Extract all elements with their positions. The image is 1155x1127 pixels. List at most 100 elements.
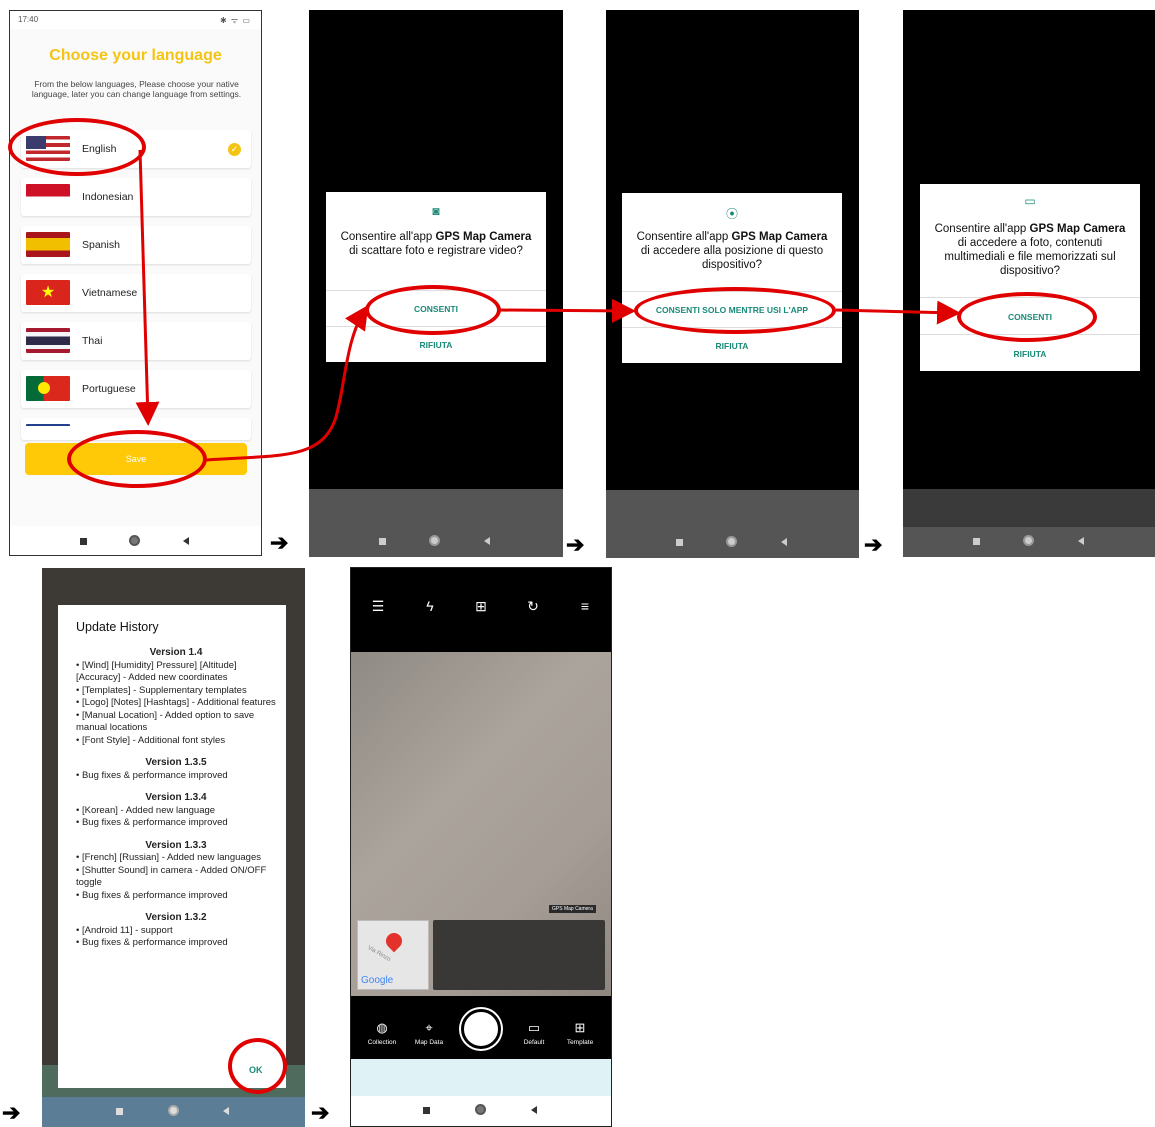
recents-icon[interactable] [676, 539, 683, 546]
version-block: Version 1.3.5 • Bug fixes & performance … [76, 757, 276, 782]
language-item-portuguese[interactable]: Portuguese [21, 370, 251, 408]
language-label: Portuguese [82, 383, 136, 395]
flag-icon [26, 424, 70, 440]
recents-icon[interactable] [80, 538, 87, 545]
portugal-flag-icon [26, 376, 70, 401]
back-icon[interactable] [484, 537, 490, 545]
back-icon[interactable] [183, 537, 189, 545]
recents-icon[interactable] [116, 1108, 123, 1115]
shutter-button[interactable] [461, 1009, 501, 1049]
flash-icon[interactable]: ϟ [420, 598, 440, 614]
system-nav-bar [42, 1097, 305, 1127]
version-title: Version 1.3.4 [145, 792, 207, 803]
deny-button[interactable]: RIFIUTA [326, 340, 546, 350]
permission-dialog: ⦿ Consentire all'app GPS Map Camera di a… [622, 193, 842, 363]
app-name: GPS Map Camera [1029, 223, 1126, 235]
location-permission-screen: ⦿ Consentire all'app GPS Map Camera di a… [606, 10, 859, 558]
system-nav-bar [10, 526, 261, 555]
camera-icon: ◙ [432, 204, 440, 218]
map-data-icon: ⌖ [425, 1020, 433, 1035]
recents-icon[interactable] [423, 1107, 430, 1114]
language-item-indonesian[interactable]: Indonesian [21, 178, 251, 216]
deny-button[interactable]: RIFIUTA [622, 341, 842, 351]
template-icon: ⊞ [574, 1020, 586, 1035]
status-icons: ✱ ᯤ ▭ [219, 16, 251, 25]
recents-icon[interactable] [379, 538, 386, 545]
add-file-icon[interactable]: ⊞ [471, 598, 491, 615]
changelog-item: • [Manual Location] - Added option to sa… [76, 709, 255, 734]
location-info-box [433, 920, 605, 990]
highlight-ok [228, 1038, 287, 1094]
map-street-label: Via Rinzo [366, 945, 392, 963]
page-title: Choose your language [49, 47, 222, 64]
back-icon[interactable] [223, 1107, 229, 1115]
template-button[interactable]: ⊞ Template [555, 1020, 605, 1046]
app-name: GPS Map Camera [731, 231, 828, 243]
map-data-button[interactable]: ⌖ Map Data [404, 1020, 454, 1046]
changelog-item: • [Font Style] - Additional font styles [76, 734, 226, 746]
system-nav-bar [606, 490, 859, 558]
location-icon: ⦿ [725, 207, 738, 221]
home-icon[interactable] [429, 535, 440, 546]
version-block: Version 1.4 • [Wind] [Humidity] Pressure… [76, 647, 276, 747]
highlight-allow [957, 292, 1097, 342]
deny-button[interactable]: RIFIUTA [920, 349, 1140, 359]
recents-icon[interactable] [973, 538, 980, 545]
highlight-allow-while-using [634, 287, 836, 334]
system-nav-bar [309, 489, 563, 557]
next-step-arrow-icon: ➔ [270, 530, 289, 555]
highlight-allow [365, 285, 501, 335]
version-title: Version 1.4 [149, 647, 203, 658]
highlight-english [8, 118, 146, 176]
collection-button[interactable]: ◍ Collection [357, 1020, 407, 1046]
app-watermark: GPS Map Camera [549, 905, 596, 913]
changelog-item: • Bug fixes & performance improved [76, 889, 228, 901]
version-title: Version 1.3.3 [145, 839, 207, 851]
camera-permission-screen: ◙ Consentire all'app GPS Map Camera di s… [309, 10, 563, 557]
back-icon[interactable] [531, 1106, 537, 1114]
permission-message: Consentire all'app GPS Map Camera di sca… [340, 231, 532, 257]
thailand-flag-icon [26, 328, 70, 353]
language-item-thai[interactable]: Thai [21, 322, 251, 360]
settings-sliders-icon[interactable]: ≡ [575, 598, 595, 614]
home-icon[interactable] [726, 536, 737, 547]
version-title: Version 1.3.2 [145, 912, 207, 923]
next-step-arrow-icon: ➔ [864, 532, 883, 557]
menu-icon[interactable]: ☰ [368, 598, 388, 615]
version-block: Version 1.3.3 • [French] [Russian] - Add… [76, 840, 276, 903]
storage-permission-screen: ▭ Consentire all'app GPS Map Camera di a… [903, 10, 1155, 557]
update-history-dialog: Update History Version 1.4 • [Wind] [Hum… [58, 605, 286, 1088]
permission-dialog: ▭ Consentire all'app GPS Map Camera di a… [920, 184, 1140, 371]
home-icon[interactable] [475, 1104, 486, 1115]
folder-icon: ▭ [1024, 194, 1036, 208]
status-time: 17:40 [18, 15, 39, 24]
home-icon[interactable] [168, 1105, 179, 1116]
language-label: Spanish [82, 239, 120, 251]
changelog-item: • Bug fixes & performance improved [76, 769, 228, 781]
changelog-item: • [Android 11] - support [76, 924, 173, 936]
language-item-vietnamese[interactable]: ★ Vietnamese [21, 274, 251, 312]
changelog-list: Version 1.4 • [Wind] [Humidity] Pressure… [76, 647, 276, 960]
selected-check-icon: ✓ [228, 143, 241, 156]
changelog-item: • [Korean] - Added new language [76, 804, 216, 816]
system-nav-bar [351, 1096, 611, 1126]
dialog-title: Update History [76, 620, 159, 634]
language-label: Indonesian [82, 191, 134, 203]
home-icon[interactable] [1023, 535, 1034, 546]
back-icon[interactable] [1078, 537, 1084, 545]
map-thumbnail[interactable]: Via Rinzo Google [357, 920, 429, 990]
back-icon[interactable] [781, 538, 787, 546]
changelog-item: • [Wind] [Humidity] Pressure] [Altitude]… [76, 659, 237, 684]
collection-icon: ◍ [376, 1020, 388, 1035]
default-folder-button[interactable]: ▭ Default [509, 1020, 559, 1046]
flip-camera-icon[interactable]: ↻ [523, 598, 543, 615]
system-nav-bar [903, 489, 1155, 557]
language-item-spanish[interactable]: Spanish [21, 226, 251, 264]
home-icon[interactable] [129, 535, 140, 546]
next-step-arrow-icon: ➔ [2, 1100, 21, 1125]
changelog-item: • [Templates] - Supplementary templates [76, 684, 247, 696]
camera-toolbar-dimmed [42, 568, 305, 606]
indonesia-flag-icon [26, 184, 70, 209]
changelog-item: • [Logo] [Notes] [Hashtags] - Additional… [76, 697, 276, 708]
ad-banner[interactable] [351, 1059, 611, 1099]
